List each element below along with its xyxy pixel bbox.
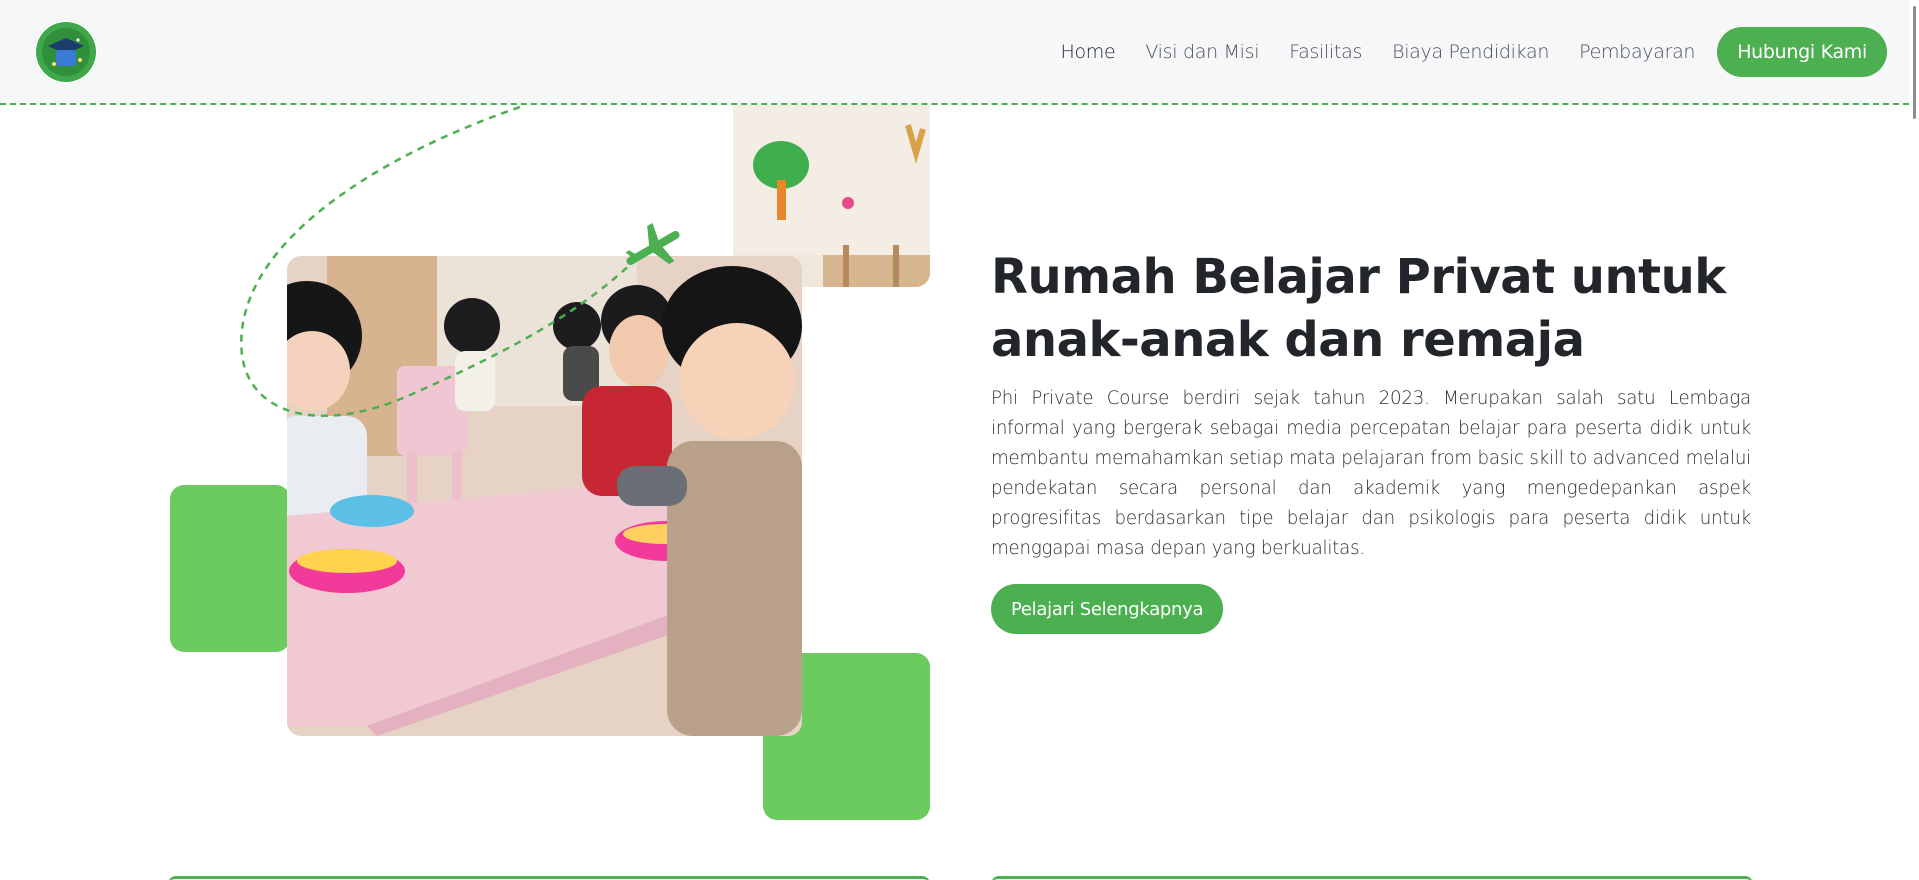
page-scrollbar[interactable] <box>1909 0 1919 880</box>
hero-description: Phi Private Course berdiri sejak tahun 2… <box>991 388 1751 559</box>
feature-card-right-edge <box>991 876 1753 880</box>
hero-illustration <box>0 105 960 825</box>
scrollbar-thumb[interactable] <box>1913 6 1916 119</box>
brand-logo[interactable] <box>34 20 98 84</box>
nav-link-home[interactable]: Home <box>1060 41 1115 63</box>
hero-content: Rumah Belajar Privat untuk anak-anak dan… <box>991 246 1751 634</box>
nav-link-visi-dan-misi[interactable]: Visi dan Misi <box>1145 41 1259 63</box>
feature-card-left-edge <box>168 876 930 880</box>
top-navbar: Home Visi dan Misi Fasilitas Biaya Pendi… <box>0 0 1919 105</box>
contact-us-button[interactable]: Hubungi Kami <box>1717 27 1887 77</box>
logo-emblem-icon <box>36 22 96 82</box>
flight-path-dashed-line <box>240 105 641 417</box>
airplane-icon <box>623 222 683 274</box>
nav-link-fasilitas[interactable]: Fasilitas <box>1289 41 1362 63</box>
learn-more-button[interactable]: Pelajari Selengkapnya <box>991 584 1224 634</box>
nav-link-pembayaran[interactable]: Pembayaran <box>1579 41 1695 63</box>
main-navigation: Home Visi dan Misi Fasilitas Biaya Pendi… <box>1030 27 1887 77</box>
hero-title: Rumah Belajar Privat untuk anak-anak dan… <box>991 249 1726 368</box>
nav-link-biaya-pendidikan[interactable]: Biaya Pendidikan <box>1392 41 1549 63</box>
